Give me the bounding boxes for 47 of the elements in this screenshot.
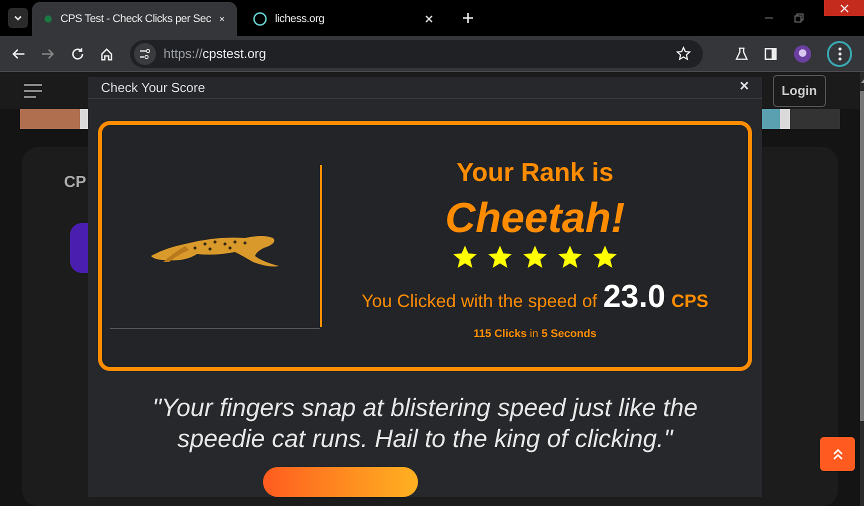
star-icon bbox=[487, 244, 513, 270]
restore-icon[interactable] bbox=[794, 13, 804, 23]
login-button[interactable]: Login bbox=[772, 74, 826, 106]
tab-menu-button[interactable] bbox=[8, 8, 28, 28]
scroll-to-top-button[interactable] bbox=[820, 437, 855, 471]
click-summary: 115 Clicks in 5 Seconds bbox=[474, 327, 596, 342]
new-tab-icon[interactable] bbox=[462, 12, 474, 24]
close-icon bbox=[840, 4, 848, 12]
more-vertical-icon bbox=[838, 46, 842, 60]
forward-icon[interactable] bbox=[41, 46, 55, 60]
speed-value: 23.0 bbox=[603, 277, 666, 316]
rank-name: Cheetah! bbox=[445, 192, 625, 243]
close-window-button[interactable] bbox=[824, 0, 864, 16]
speed-label: You Clicked with the speed of bbox=[362, 290, 598, 314]
menu-icon[interactable] bbox=[24, 84, 42, 98]
url-text: https://cpstest.org bbox=[164, 44, 268, 63]
tab-title: lichess.org bbox=[275, 12, 326, 27]
modal-title: Check Your Score bbox=[101, 78, 206, 97]
flask-icon[interactable] bbox=[735, 46, 748, 60]
gradient-button[interactable] bbox=[263, 467, 418, 497]
close-button[interactable]: × bbox=[740, 79, 749, 96]
tune-icon bbox=[138, 48, 150, 60]
star-icon bbox=[557, 244, 583, 270]
browser-tab[interactable]: CPS Test - Check Clicks per Sec bbox=[32, 2, 237, 36]
card-title: CP bbox=[64, 173, 86, 193]
menu-button[interactable] bbox=[827, 40, 852, 66]
reload-icon[interactable] bbox=[70, 46, 84, 60]
home-icon[interactable] bbox=[100, 46, 114, 60]
rank-heading: Your Rank is bbox=[456, 156, 614, 189]
browser-tab[interactable]: lichess.org bbox=[241, 2, 446, 36]
star-icon bbox=[452, 244, 478, 270]
side-panel-icon[interactable] bbox=[764, 46, 778, 60]
site-info-button[interactable] bbox=[134, 42, 156, 64]
star-icon bbox=[522, 244, 548, 270]
quote-text: "Your fingers snap at blistering speed just like the speedie cat runs. Hail to the king of clicking." bbox=[151, 393, 699, 456]
address-bar[interactable]: https://cpstest.org bbox=[130, 40, 704, 68]
close-icon[interactable] bbox=[219, 14, 225, 24]
close-icon[interactable] bbox=[424, 14, 434, 24]
tab-title: CPS Test - Check Clicks per Sec bbox=[60, 12, 212, 27]
speed-unit: CPS bbox=[671, 290, 708, 314]
back-icon[interactable] bbox=[12, 46, 26, 60]
star-icon bbox=[592, 244, 618, 270]
site-icon bbox=[253, 12, 267, 26]
avatar-icon[interactable] bbox=[794, 44, 811, 62]
double-chevron-up-icon bbox=[832, 448, 842, 460]
chevron-down-icon bbox=[13, 13, 23, 23]
star-outline-icon[interactable] bbox=[676, 46, 692, 61]
